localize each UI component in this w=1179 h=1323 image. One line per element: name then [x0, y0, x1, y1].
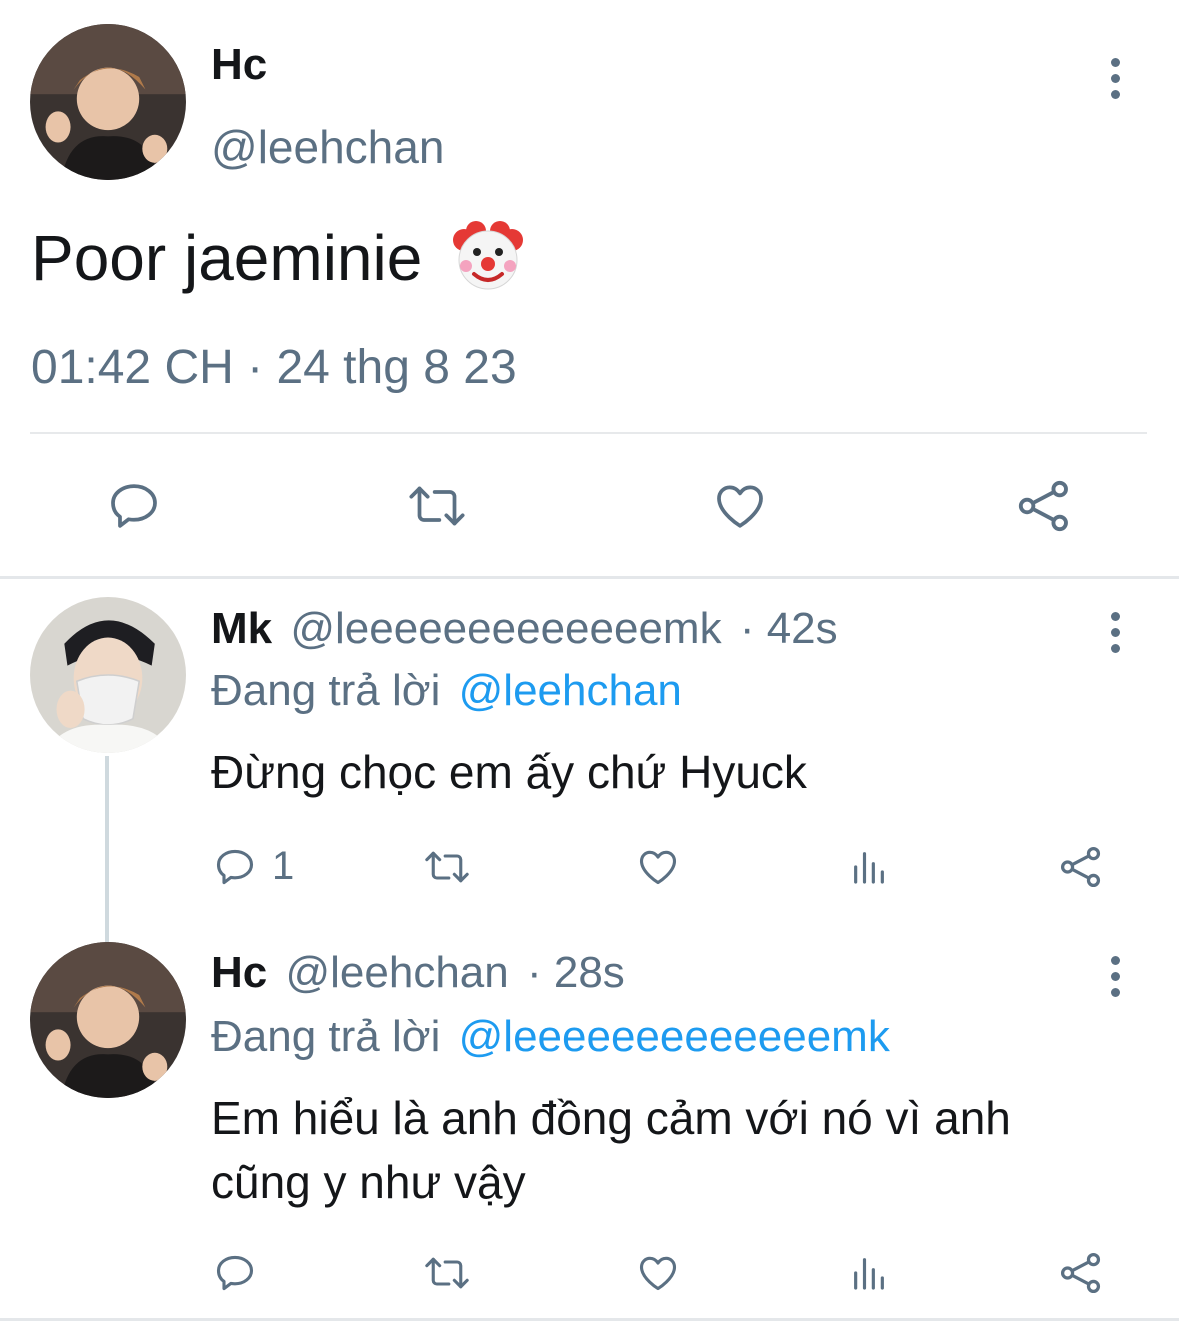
section-separator	[0, 576, 1179, 579]
reply2-display-name[interactable]: Hc	[211, 948, 267, 997]
reply2-replying-prefix: Đang trả lời	[211, 1012, 441, 1061]
reply1-header: Mk @leeeeeeeeeeeeemk · 42s	[211, 604, 838, 654]
main-tweet-text: Poor jaeminie	[31, 222, 423, 294]
section-separator	[0, 1318, 1179, 1321]
reply1-handle[interactable]: @leeeeeeeeeeeeemk	[290, 604, 721, 653]
reply2-time: · 28s	[526, 948, 625, 997]
more-vertical-icon[interactable]	[1100, 956, 1130, 997]
retweet-icon[interactable]	[404, 476, 470, 536]
reply1-replying-to: Đang trả lời @leehchan	[211, 666, 682, 716]
divider	[30, 432, 1147, 434]
reply2-text-line1: Em hiểu là anh đồng cảm với nó vì anh	[211, 1092, 1011, 1144]
reply-bubble-icon[interactable]	[212, 844, 258, 890]
heart-icon[interactable]	[710, 476, 770, 536]
main-handle[interactable]: @leehchan	[211, 120, 444, 174]
avatar-hc-main[interactable]	[30, 24, 186, 180]
avatar-mk[interactable]	[30, 597, 186, 753]
more-vertical-icon[interactable]	[1100, 58, 1130, 99]
avatar-hc-reply[interactable]	[30, 942, 186, 1098]
main-display-name[interactable]: Hc	[211, 40, 267, 90]
reply2-header: Hc @leehchan · 28s	[211, 948, 625, 998]
analytics-icon[interactable]	[848, 846, 890, 888]
heart-icon[interactable]	[635, 1250, 681, 1296]
reply2-text-line2: cũng y như vậy	[211, 1156, 526, 1208]
reply2-handle[interactable]: @leehchan	[285, 948, 508, 997]
main-timestamp: 01:42 CH · 24 thg 8 23	[31, 341, 517, 394]
thread-line	[105, 756, 109, 942]
clown-emoji	[450, 220, 526, 292]
reply-bubble-icon[interactable]	[104, 476, 164, 536]
reply1-replying-prefix: Đang trả lời	[211, 666, 441, 715]
reply1-replying-link[interactable]: @leehchan	[459, 666, 682, 715]
reply1-time: · 42s	[739, 604, 838, 653]
retweet-icon[interactable]	[420, 1250, 474, 1296]
share-icon[interactable]	[1058, 1250, 1104, 1296]
main-tweet-text-row: Poor jaeminie	[31, 220, 526, 295]
share-icon[interactable]	[1058, 844, 1104, 890]
heart-icon[interactable]	[635, 844, 681, 890]
reply1-display-name[interactable]: Mk	[211, 604, 272, 653]
reply2-replying-to: Đang trả lời @leeeeeeeeeeeeemk	[211, 1012, 890, 1062]
retweet-icon[interactable]	[420, 844, 474, 890]
reply2-replying-link[interactable]: @leeeeeeeeeeeeemk	[459, 1012, 890, 1061]
analytics-icon[interactable]	[848, 1252, 890, 1294]
reply1-text: Đừng chọc em ấy chứ Hyuck	[211, 746, 807, 798]
more-vertical-icon[interactable]	[1100, 612, 1130, 653]
reply-bubble-icon[interactable]	[212, 1250, 258, 1296]
reply1-reply-count: 1	[272, 844, 295, 888]
share-icon[interactable]	[1014, 476, 1074, 536]
